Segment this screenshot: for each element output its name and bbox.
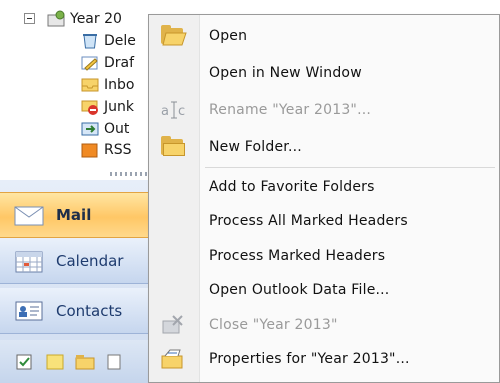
menu-item-process-marked-headers[interactable]: Process Marked Headers <box>149 239 499 273</box>
notes-icon[interactable] <box>44 352 66 372</box>
nav-button-calendar[interactable]: Calendar <box>0 238 160 284</box>
tree-item-label: RSS <box>104 142 132 158</box>
junk-icon <box>80 98 100 116</box>
new-folder-icon <box>159 135 187 159</box>
nav-shortcut-bar <box>0 340 160 383</box>
nav-label: Mail <box>56 206 92 224</box>
menu-item-label: Open in New Window <box>209 65 362 81</box>
menu-item-new-folder[interactable]: New Folder... <box>149 130 499 164</box>
data-file-icon <box>46 10 66 28</box>
mail-icon <box>12 201 46 229</box>
menu-item-process-all-marked-headers[interactable]: Process All Marked Headers <box>149 204 499 238</box>
svg-text:c: c <box>178 104 185 119</box>
menu-item-properties[interactable]: Properties for "Year 2013"... <box>149 342 499 376</box>
outbox-icon <box>80 120 100 138</box>
menu-separator <box>205 167 495 168</box>
menu-item-rename[interactable]: ac Rename "Year 2013"... <box>149 93 499 127</box>
deleted-items-icon <box>80 32 100 50</box>
menu-item-label: Open Outlook Data File... <box>209 282 390 298</box>
tree-item-label: Inbo <box>104 77 135 93</box>
navigation-pane: Mail Calendar Contacts <box>0 180 160 383</box>
menu-item-open-new-window[interactable]: Open in New Window <box>149 56 499 90</box>
menu-item-label: Rename "Year 2013"... <box>209 102 372 118</box>
open-folder-icon <box>159 24 187 48</box>
nav-label: Calendar <box>56 251 124 270</box>
drafts-icon <box>80 54 100 72</box>
menu-item-label: Process All Marked Headers <box>209 213 408 229</box>
menu-item-label: Add to Favorite Folders <box>209 179 375 195</box>
menu-item-label: New Folder... <box>209 139 302 155</box>
menu-item-close[interactable]: Close "Year 2013" <box>149 308 499 342</box>
menu-item-label: Open <box>209 28 248 44</box>
tree-item-label: Year 20 <box>70 11 122 27</box>
menu-item-label: Process Marked Headers <box>209 248 386 264</box>
properties-icon <box>159 347 187 371</box>
shortcuts-icon[interactable] <box>104 352 126 372</box>
menu-item-open-data-file[interactable]: Open Outlook Data File... <box>149 273 499 307</box>
contacts-icon <box>12 297 46 325</box>
close-data-file-icon <box>159 313 187 337</box>
tree-item-label: Junk <box>104 99 134 115</box>
menu-item-label: Close "Year 2013" <box>209 317 338 333</box>
nav-button-mail[interactable]: Mail <box>0 192 160 238</box>
tree-item-label: Draf <box>104 55 135 71</box>
context-menu: Open Open in New Window ac Rename "Year … <box>148 14 500 383</box>
inbox-icon <box>80 76 100 94</box>
calendar-icon <box>12 247 46 275</box>
menu-item-open[interactable]: Open <box>149 19 499 53</box>
collapse-expander[interactable] <box>24 13 35 24</box>
tree-item-label: Dele <box>104 33 136 49</box>
nav-button-contacts[interactable]: Contacts <box>0 288 160 334</box>
folder-list-icon[interactable] <box>74 352 96 372</box>
menu-item-label: Properties for "Year 2013"... <box>209 351 410 367</box>
tree-item-label: Out <box>104 121 130 137</box>
tasks-icon[interactable] <box>14 352 36 372</box>
rss-icon <box>80 141 100 159</box>
rename-icon: ac <box>159 98 187 122</box>
nav-label: Contacts <box>56 301 123 320</box>
menu-item-add-favorites[interactable]: Add to Favorite Folders <box>149 170 499 204</box>
svg-text:a: a <box>161 104 169 119</box>
